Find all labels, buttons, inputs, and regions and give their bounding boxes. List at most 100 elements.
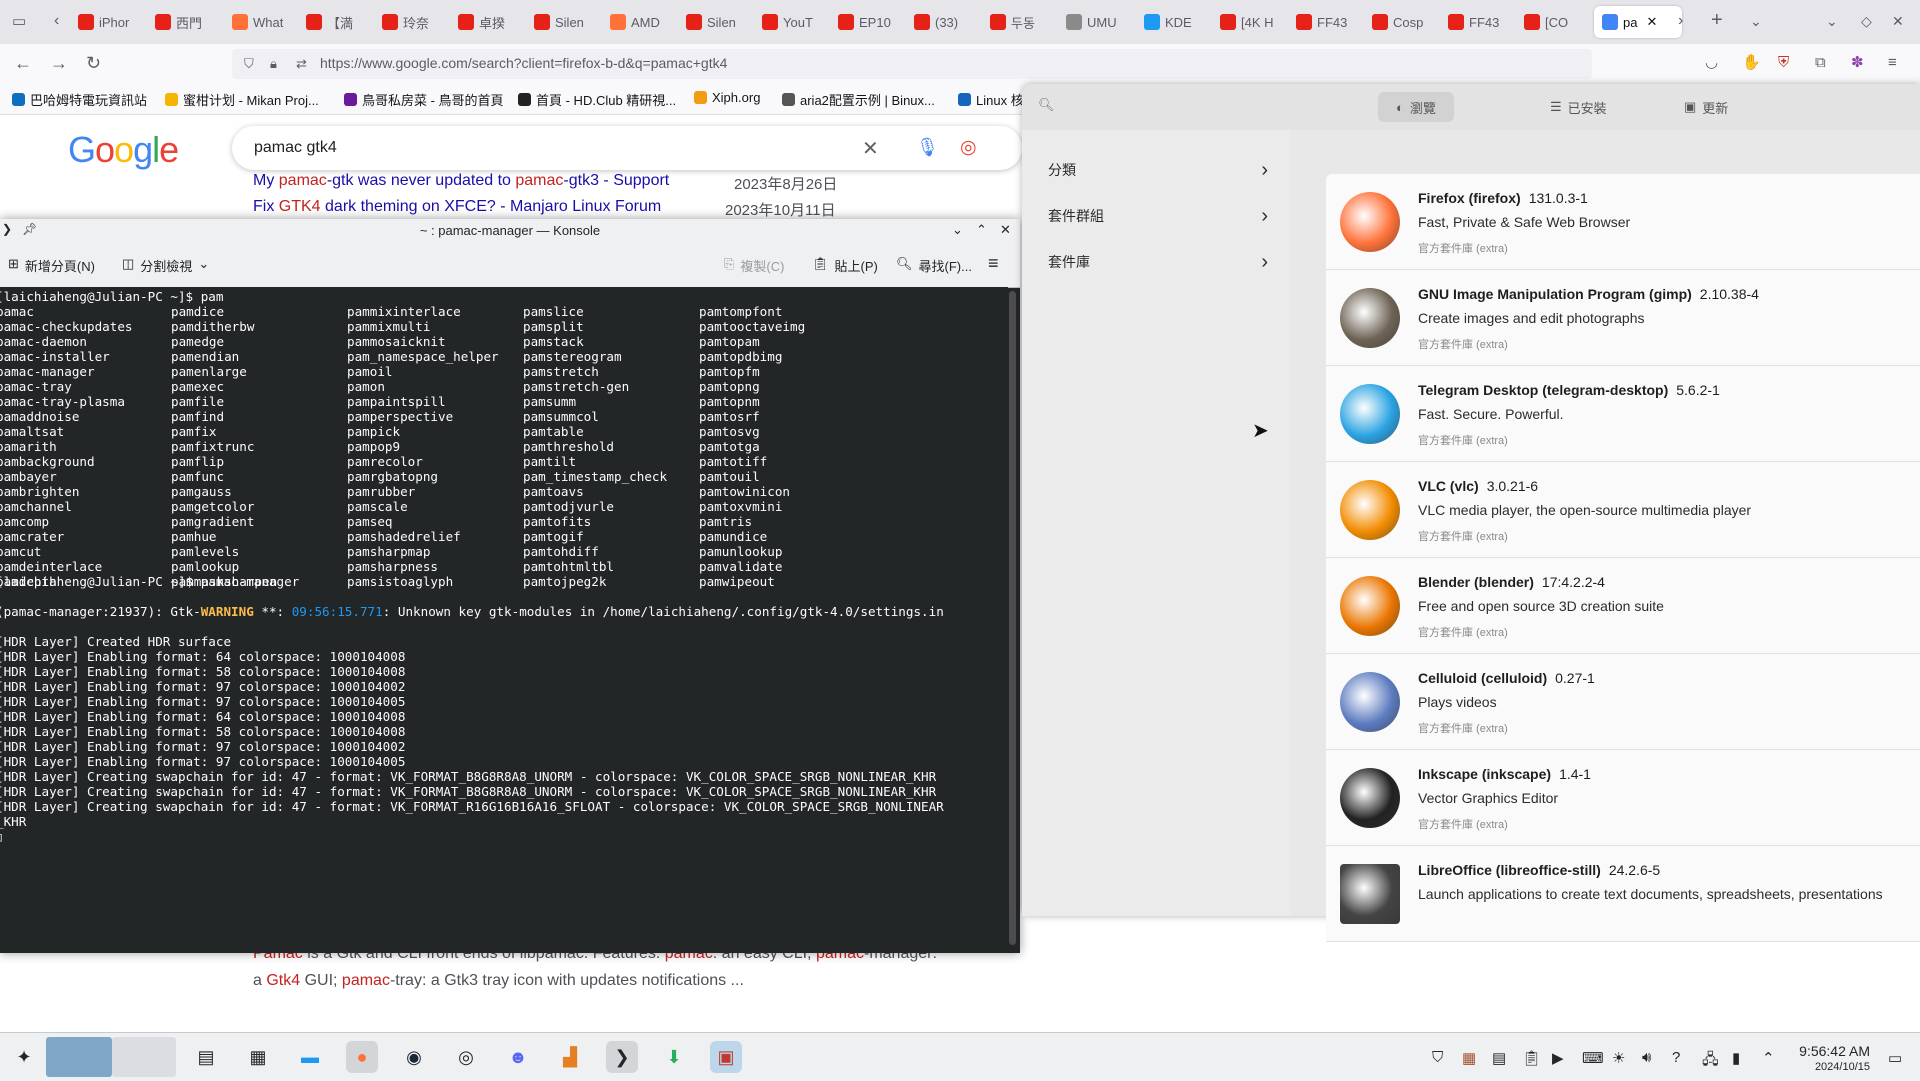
- sidebar-item[interactable]: 套件群組 ›: [1048, 198, 1268, 234]
- pamac-task-icon[interactable]: ⬇: [658, 1041, 690, 1073]
- list-all-tabs-icon[interactable]: ⌄: [1750, 12, 1762, 30]
- package-row[interactable]: LibreOffice (libreoffice-still) 24.2.6-5 L…: [1326, 846, 1920, 942]
- system-monitor-icon[interactable]: ▤: [190, 1041, 222, 1073]
- split-view-button[interactable]: ◫ 分割檢視 ⌄: [122, 256, 209, 275]
- new-tab-icon[interactable]: +: [1711, 10, 1723, 30]
- browser-tab[interactable]: What: [232, 6, 298, 38]
- close-icon[interactable]: ✕: [1000, 222, 1011, 238]
- search-query[interactable]: pamac gtk4: [254, 139, 337, 157]
- file-manager-icon[interactable]: ▬: [294, 1041, 326, 1073]
- browser-tab[interactable]: 西門: [155, 6, 221, 38]
- sidebar-item[interactable]: 套件庫 ›: [1048, 244, 1268, 280]
- brightness-tray-icon[interactable]: ☀: [1612, 1049, 1625, 1067]
- app-launcher-icon[interactable]: ✦: [8, 1041, 40, 1073]
- clock-time[interactable]: 9:56:42 AM: [1786, 1043, 1870, 1059]
- firefox-icon[interactable]: ●: [346, 1041, 378, 1073]
- shield-tray-icon[interactable]: ⛉: [1432, 1049, 1443, 1066]
- app-tray-icon[interactable]: ▦: [1462, 1049, 1476, 1067]
- maximize-icon[interactable]: ⌃: [976, 222, 987, 238]
- sidebar-item[interactable]: 分類 ›: [1048, 152, 1268, 188]
- find-button[interactable]: 🔍︎ 尋找(F)...: [896, 256, 972, 275]
- ublock-icon[interactable]: ⛨: [1778, 54, 1789, 72]
- package-row[interactable]: Blender (blender) 17:4.2.2-4 Free and open…: [1326, 558, 1920, 654]
- back-icon[interactable]: ←: [14, 54, 32, 72]
- bookmark-item[interactable]: aria2配置示例 | Binux...: [782, 90, 935, 109]
- calculator-icon[interactable]: ▦: [242, 1041, 274, 1073]
- menu-icon[interactable]: ≡: [1888, 54, 1897, 72]
- help-tray-icon[interactable]: ?: [1672, 1049, 1680, 1066]
- pocket-icon[interactable]: ◡: [1705, 54, 1718, 72]
- package-row[interactable]: GNU Image Manipulation Program (gimp) 2.1…: [1326, 270, 1920, 366]
- package-row[interactable]: Telegram Desktop (telegram-desktop) 5.6.2…: [1326, 366, 1920, 462]
- browser-tab[interactable]: UMU: [1066, 6, 1132, 38]
- desktop-pager-1[interactable]: [46, 1037, 112, 1077]
- browser-tab[interactable]: Cosp: [1372, 6, 1438, 38]
- google-search-box[interactable]: pamac gtk4 ✕ 🎙︎ ◎: [232, 126, 1022, 170]
- lock-icon[interactable]: 🔒︎: [270, 56, 277, 72]
- battery-tray-icon[interactable]: ▮: [1732, 1049, 1740, 1067]
- package-row[interactable]: Celluloid (celluloid) 0.27-1 Plays videos 官…: [1326, 654, 1920, 750]
- volume-tray-icon[interactable]: 🔊︎: [1642, 1049, 1651, 1066]
- browser-tab[interactable]: Silen: [686, 6, 752, 38]
- clear-search-icon[interactable]: ✕: [862, 136, 879, 161]
- maximize-icon[interactable]: ◇: [1861, 12, 1872, 30]
- search-icon[interactable]: 🔍︎: [1038, 97, 1055, 113]
- package-row[interactable]: VLC (vlc) 3.0.21-6 VLC media player, the o…: [1326, 462, 1920, 558]
- browser-tab[interactable]: AMD: [610, 6, 676, 38]
- store-icon[interactable]: ▟: [554, 1041, 586, 1073]
- result-link-2[interactable]: Fix GTK4 dark theming on XFCE? - Manjaro…: [253, 198, 661, 216]
- steam-icon[interactable]: ◉: [398, 1041, 430, 1073]
- extensions-icon[interactable]: ⧉: [1815, 54, 1826, 72]
- terminal-output[interactable]: [laichiaheng@Julian-PC ~]$ pam pamacpama…: [0, 287, 1008, 953]
- grid-tray-icon[interactable]: ▤: [1492, 1049, 1506, 1067]
- browser-tab[interactable]: 玲奈: [382, 6, 448, 38]
- close-window-icon[interactable]: ✕: [1892, 12, 1904, 30]
- browser-tab[interactable]: 卓揆: [458, 6, 524, 38]
- package-row[interactable]: Firefox (firefox) 131.0.3-1 Fast, Private …: [1326, 174, 1920, 270]
- browser-tab[interactable]: iPhor: [78, 6, 144, 38]
- hamburger-menu-icon[interactable]: ≡: [988, 253, 999, 274]
- browser-tab[interactable]: Silen: [534, 6, 600, 38]
- url-bar[interactable]: ⛉ 🔒︎ ⇄ https://www.google.com/search?cli…: [232, 49, 1592, 79]
- scroll-right-icon[interactable]: ›: [1678, 12, 1683, 30]
- expand-tray-icon[interactable]: ⌃: [1762, 1049, 1775, 1067]
- package-row[interactable]: Inkscape (inkscape) 1.4-1 Vector Graphics …: [1326, 750, 1920, 846]
- extension-icon[interactable]: ✋: [1742, 54, 1761, 72]
- tab-installed[interactable]: ☰ 已安裝: [1532, 92, 1625, 122]
- url-text[interactable]: https://www.google.com/search?client=fir…: [320, 55, 727, 71]
- clock-date[interactable]: 2024/10/15: [1786, 1061, 1870, 1073]
- browser-tab[interactable]: 두동: [990, 6, 1056, 38]
- close-tab-icon[interactable]: ✕: [1646, 14, 1657, 30]
- forward-icon[interactable]: →: [50, 54, 68, 72]
- konsole-titlebar[interactable]: ❯ 📌︎ ~ : pamac-manager — Konsole ⌄ ⌃ ✕: [0, 219, 1020, 244]
- result-link-1[interactable]: My pamac-gtk was never updated to pamac-…: [253, 172, 669, 190]
- bookmark-item[interactable]: Xiph.org: [694, 90, 760, 105]
- bookmark-item[interactable]: 鳥哥私房菜 - 鳥哥的首頁: [344, 90, 504, 109]
- bookmark-item[interactable]: Linux 核: [958, 90, 1024, 109]
- show-desktop-icon[interactable]: ▭: [1888, 1049, 1902, 1067]
- paste-button[interactable]: 📋︎ 貼上(P): [812, 256, 878, 275]
- konsole-task-icon[interactable]: ❯: [606, 1041, 638, 1073]
- desktop-pager-2[interactable]: [112, 1037, 176, 1077]
- voice-search-icon[interactable]: 🎙︎: [916, 137, 939, 158]
- browser-tab[interactable]: EP10: [838, 6, 904, 38]
- obs-icon[interactable]: ◎: [450, 1041, 482, 1073]
- minimize-icon[interactable]: ⌄: [952, 222, 963, 238]
- bookmark-item[interactable]: 首頁 - HD.Club 精研視...: [518, 90, 676, 109]
- account-icon[interactable]: ✽: [1851, 54, 1864, 72]
- new-tab-button[interactable]: ⊞ 新增分頁(N): [8, 256, 95, 275]
- browser-tab[interactable]: [CO: [1524, 6, 1590, 38]
- permissions-icon[interactable]: ⇄: [296, 56, 307, 72]
- browser-tab[interactable]: FF43: [1296, 6, 1362, 38]
- browser-tab[interactable]: KDE: [1144, 6, 1210, 38]
- reload-icon[interactable]: ↻: [86, 54, 101, 72]
- keyboard-tray-icon[interactable]: ⌨: [1582, 1049, 1604, 1067]
- network-tray-icon[interactable]: 🖧: [1702, 1049, 1719, 1074]
- google-logo[interactable]: Google: [68, 129, 179, 171]
- scroll-left-icon[interactable]: ‹: [54, 12, 59, 30]
- minimize-icon[interactable]: ⌄: [1826, 12, 1838, 30]
- discord-icon[interactable]: ☻: [502, 1041, 534, 1073]
- screenshot-task-icon[interactable]: ▣: [710, 1041, 742, 1073]
- bookmark-item[interactable]: 蜜柑计划 - Mikan Proj...: [165, 90, 319, 109]
- bookmark-item[interactable]: 巴哈姆特電玩資訊站: [12, 90, 147, 109]
